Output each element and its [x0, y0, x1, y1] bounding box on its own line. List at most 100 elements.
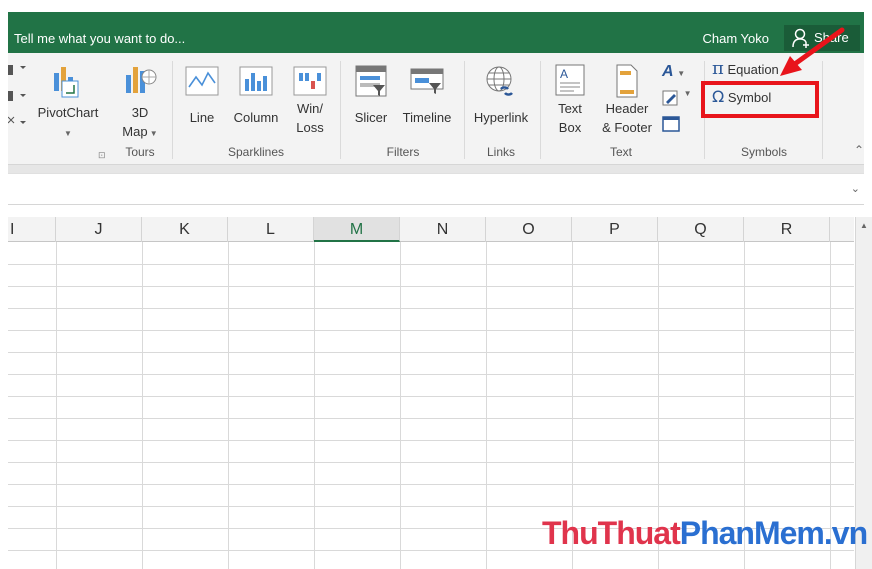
column-label: Column	[233, 110, 279, 125]
sparkline-winloss-button[interactable]: Win/ Loss	[288, 63, 332, 143]
watermark-part-3: .vn	[823, 515, 868, 551]
grid-line	[8, 330, 854, 331]
dialog-launcher-icon[interactable]: ⊡	[98, 150, 106, 161]
grid-line	[314, 242, 315, 569]
pivotchart-button[interactable]: PivotChart ▼	[32, 63, 104, 143]
group-label-sparklines: Sparklines	[227, 145, 285, 159]
pi-icon: π	[712, 58, 724, 79]
chevron-down-icon: ▼	[64, 129, 72, 138]
group-separator	[540, 61, 541, 159]
title-bar: Tell me what you want to do... Cham Yoko…	[8, 12, 864, 53]
column-header-m[interactable]: M	[314, 217, 400, 242]
column-header-k[interactable]: K	[142, 217, 228, 242]
column-header-l[interactable]: L	[228, 217, 314, 242]
group-label-links: Links	[486, 145, 515, 159]
formula-bar[interactable]: ⌄	[8, 173, 864, 205]
column-sparkline-icon	[239, 66, 273, 96]
grid-line	[8, 286, 854, 287]
grid-line	[8, 440, 854, 441]
grid-line	[8, 352, 854, 353]
text-box-label-2: Box	[558, 120, 582, 135]
grid-line	[8, 396, 854, 397]
timeline-label: Timeline	[402, 110, 452, 125]
hyperlink-button[interactable]: Hyperlink	[468, 63, 534, 143]
line-label: Line	[189, 110, 215, 125]
3d-map-label-2: Map	[122, 124, 148, 139]
slicer-button[interactable]: Slicer	[348, 63, 394, 143]
scroll-up-icon[interactable]: ▲	[860, 221, 868, 230]
header-footer-button[interactable]: Header & Footer	[596, 63, 658, 143]
watermark: ThuThuatPhanMem.vn	[542, 515, 868, 552]
header-footer-label-1: Header	[605, 101, 649, 116]
3d-map-icon	[126, 67, 157, 93]
grid-line	[486, 242, 487, 569]
slicer-icon	[355, 65, 387, 97]
column-header-n[interactable]: N	[400, 217, 486, 242]
column-header-q[interactable]: Q	[658, 217, 744, 242]
column-header-p[interactable]: P	[572, 217, 658, 242]
grid-line	[8, 462, 854, 463]
3d-map-label-1: 3D	[131, 105, 149, 120]
grid-line	[8, 264, 854, 265]
grid-line	[228, 242, 229, 569]
collapse-ribbon-icon[interactable]: ⌃	[854, 143, 864, 157]
group-separator	[464, 61, 465, 159]
hyperlink-label: Hyperlink	[473, 110, 529, 125]
grid-line	[8, 484, 854, 485]
text-box-button[interactable]: A Text Box	[546, 63, 594, 143]
column-header-i[interactable]: I	[8, 217, 56, 242]
group-separator	[340, 61, 341, 159]
ribbon-divider	[8, 165, 864, 173]
wordart-button[interactable]: A ▼	[662, 63, 696, 85]
grid-line	[8, 418, 854, 419]
tell-me-search[interactable]: Tell me what you want to do...	[14, 31, 185, 46]
grid-line	[8, 308, 854, 309]
group-label-text: Text	[609, 145, 632, 159]
text-box-label-1: Text	[558, 101, 582, 116]
column-header-j[interactable]: J	[56, 217, 142, 242]
pivotchart-label: PivotChart	[37, 105, 99, 120]
timeline-icon	[410, 68, 444, 94]
grid-line	[8, 374, 854, 375]
highlight-box	[701, 81, 819, 118]
chevron-down-icon: ▼	[147, 129, 158, 138]
group-separator	[172, 61, 173, 159]
signature-line-icon	[662, 90, 678, 106]
watermark-part-2: PhanMem	[679, 515, 825, 551]
group-label-tours: Tours	[125, 145, 155, 159]
chevron-down-icon: ▼	[683, 89, 692, 98]
cut-off-chart-icons	[8, 65, 26, 124]
wordart-icon: A	[662, 63, 674, 80]
timeline-button[interactable]: Timeline	[396, 63, 458, 143]
signature-line-button[interactable]: ▼	[662, 89, 696, 111]
line-sparkline-icon	[185, 66, 219, 96]
user-name[interactable]: Cham Yoko	[703, 31, 770, 46]
svg-text:A: A	[560, 67, 568, 81]
grid-line	[400, 242, 401, 569]
3d-map-button[interactable]: 3D Map ▼	[116, 63, 164, 143]
sparkline-line-button[interactable]: Line	[180, 63, 224, 143]
group-label-symbols: Symbols	[740, 145, 787, 159]
watermark-part-1: ThuThuat	[542, 515, 681, 551]
slicer-label: Slicer	[354, 110, 388, 125]
object-icon	[662, 116, 680, 132]
pivotchart-icon	[54, 67, 79, 98]
column-header-o[interactable]: O	[486, 217, 572, 242]
red-arrow-icon	[780, 27, 845, 76]
winloss-sparkline-icon	[293, 66, 327, 96]
grid-line	[8, 506, 854, 507]
winloss-label-1: Win/	[297, 101, 323, 116]
column-header-r[interactable]: R	[744, 217, 830, 242]
expand-formula-bar-icon[interactable]: ⌄	[851, 182, 860, 195]
grid-line	[142, 242, 143, 569]
header-footer-label-2: & Footer	[602, 120, 652, 135]
chevron-down-icon: ▼	[677, 69, 686, 78]
grid-line	[56, 242, 57, 569]
group-label-filters: Filters	[386, 145, 420, 159]
winloss-label-2: Loss	[296, 120, 324, 135]
header-footer-icon	[616, 64, 638, 98]
object-button[interactable]	[662, 115, 682, 135]
hyperlink-globe-icon	[486, 66, 513, 96]
sparkline-column-button[interactable]: Column	[228, 63, 284, 143]
text-box-icon: A	[555, 64, 585, 96]
